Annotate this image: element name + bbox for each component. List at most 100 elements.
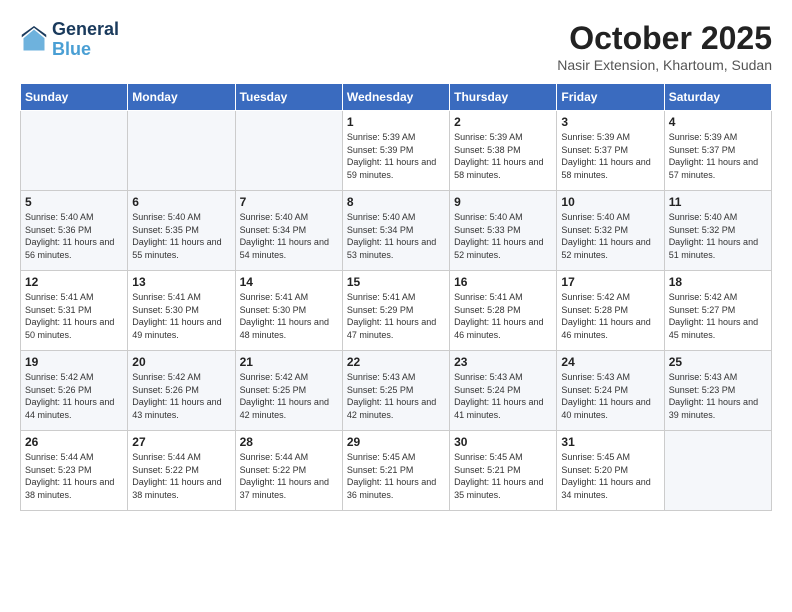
day-number: 21 <box>240 355 338 369</box>
calendar-day-cell: 26 Sunrise: 5:44 AM Sunset: 5:23 PM Dayli… <box>21 431 128 511</box>
calendar-day-cell: 5Sunrise: 5:40 AM Sunset: 5:36 PM Daylig… <box>21 191 128 271</box>
day-info: Sunrise: 5:42 AM Sunset: 5:26 PM Dayligh… <box>132 371 230 421</box>
day-number: 26 <box>25 435 123 449</box>
calendar-day-cell: 18 Sunrise: 5:42 AM Sunset: 5:27 PM Dayli… <box>664 271 771 351</box>
day-info: Sunrise: 5:43 AM Sunset: 5:25 PM Dayligh… <box>347 371 445 421</box>
calendar-week-row: 1 Sunrise: 5:39 AM Sunset: 5:39 PM Daylig… <box>21 111 772 191</box>
calendar-body: 1 Sunrise: 5:39 AM Sunset: 5:39 PM Daylig… <box>21 111 772 511</box>
day-info: Sunrise: 5:40 AM Sunset: 5:36 PM Dayligh… <box>25 211 123 261</box>
calendar-day-cell <box>664 431 771 511</box>
day-info: Sunrise: 5:41 AM Sunset: 5:30 PM Dayligh… <box>132 291 230 341</box>
day-number: 13 <box>132 275 230 289</box>
day-number: 11 <box>669 195 767 209</box>
day-info: Sunrise: 5:39 AM Sunset: 5:37 PM Dayligh… <box>561 131 659 181</box>
day-info: Sunrise: 5:42 AM Sunset: 5:27 PM Dayligh… <box>669 291 767 341</box>
calendar-day-cell: 29Sunrise: 5:45 AM Sunset: 5:21 PM Dayli… <box>342 431 449 511</box>
calendar-day-cell: 22 Sunrise: 5:43 AM Sunset: 5:25 PM Dayli… <box>342 351 449 431</box>
day-number: 12 <box>25 275 123 289</box>
day-number: 1 <box>347 115 445 129</box>
logo-line2: Blue <box>52 39 91 59</box>
day-info: Sunrise: 5:39 AM Sunset: 5:39 PM Dayligh… <box>347 131 445 181</box>
day-number: 23 <box>454 355 552 369</box>
calendar-day-cell: 31Sunrise: 5:45 AM Sunset: 5:20 PM Dayli… <box>557 431 664 511</box>
day-info: Sunrise: 5:40 AM Sunset: 5:32 PM Dayligh… <box>561 211 659 261</box>
day-info: Sunrise: 5:43 AM Sunset: 5:24 PM Dayligh… <box>561 371 659 421</box>
day-number: 25 <box>669 355 767 369</box>
day-info: Sunrise: 5:40 AM Sunset: 5:35 PM Dayligh… <box>132 211 230 261</box>
calendar-day-cell: 30Sunrise: 5:45 AM Sunset: 5:21 PM Dayli… <box>450 431 557 511</box>
day-number: 9 <box>454 195 552 209</box>
calendar-day-cell: 27Sunrise: 5:44 AM Sunset: 5:22 PM Dayli… <box>128 431 235 511</box>
calendar-day-cell: 15 Sunrise: 5:41 AM Sunset: 5:29 PM Dayli… <box>342 271 449 351</box>
calendar-day-cell: 14Sunrise: 5:41 AM Sunset: 5:30 PM Dayli… <box>235 271 342 351</box>
weekday-header-cell: Thursday <box>450 84 557 111</box>
calendar-day-cell <box>128 111 235 191</box>
day-info: Sunrise: 5:42 AM Sunset: 5:25 PM Dayligh… <box>240 371 338 421</box>
calendar-day-cell: 2 Sunrise: 5:39 AM Sunset: 5:38 PM Daylig… <box>450 111 557 191</box>
day-info: Sunrise: 5:45 AM Sunset: 5:21 PM Dayligh… <box>347 451 445 501</box>
day-info: Sunrise: 5:44 AM Sunset: 5:23 PM Dayligh… <box>25 451 123 501</box>
day-number: 4 <box>669 115 767 129</box>
calendar-day-cell: 7 Sunrise: 5:40 AM Sunset: 5:34 PM Daylig… <box>235 191 342 271</box>
day-number: 31 <box>561 435 659 449</box>
page-header: General Blue October 2025 Nasir Extensio… <box>20 20 772 73</box>
day-info: Sunrise: 5:41 AM Sunset: 5:30 PM Dayligh… <box>240 291 338 341</box>
day-number: 6 <box>132 195 230 209</box>
calendar-week-row: 26 Sunrise: 5:44 AM Sunset: 5:23 PM Dayli… <box>21 431 772 511</box>
day-info: Sunrise: 5:44 AM Sunset: 5:22 PM Dayligh… <box>132 451 230 501</box>
day-info: Sunrise: 5:40 AM Sunset: 5:34 PM Dayligh… <box>240 211 338 261</box>
day-info: Sunrise: 5:41 AM Sunset: 5:28 PM Dayligh… <box>454 291 552 341</box>
calendar-day-cell: 8Sunrise: 5:40 AM Sunset: 5:34 PM Daylig… <box>342 191 449 271</box>
calendar-day-cell: 3Sunrise: 5:39 AM Sunset: 5:37 PM Daylig… <box>557 111 664 191</box>
logo: General Blue <box>20 20 119 60</box>
day-info: Sunrise: 5:41 AM Sunset: 5:31 PM Dayligh… <box>25 291 123 341</box>
day-number: 7 <box>240 195 338 209</box>
day-info: Sunrise: 5:40 AM Sunset: 5:33 PM Dayligh… <box>454 211 552 261</box>
calendar-day-cell: 17 Sunrise: 5:42 AM Sunset: 5:28 PM Dayli… <box>557 271 664 351</box>
weekday-header-cell: Saturday <box>664 84 771 111</box>
month-title: October 2025 <box>557 20 772 57</box>
day-number: 28 <box>240 435 338 449</box>
calendar-day-cell: 16Sunrise: 5:41 AM Sunset: 5:28 PM Dayli… <box>450 271 557 351</box>
day-number: 20 <box>132 355 230 369</box>
day-number: 8 <box>347 195 445 209</box>
day-info: Sunrise: 5:39 AM Sunset: 5:37 PM Dayligh… <box>669 131 767 181</box>
day-number: 15 <box>347 275 445 289</box>
day-info: Sunrise: 5:44 AM Sunset: 5:22 PM Dayligh… <box>240 451 338 501</box>
calendar-day-cell: 28 Sunrise: 5:44 AM Sunset: 5:22 PM Dayli… <box>235 431 342 511</box>
weekday-header-cell: Tuesday <box>235 84 342 111</box>
day-info: Sunrise: 5:41 AM Sunset: 5:29 PM Dayligh… <box>347 291 445 341</box>
day-info: Sunrise: 5:43 AM Sunset: 5:24 PM Dayligh… <box>454 371 552 421</box>
calendar-day-cell: 12 Sunrise: 5:41 AM Sunset: 5:31 PM Dayli… <box>21 271 128 351</box>
day-info: Sunrise: 5:40 AM Sunset: 5:32 PM Dayligh… <box>669 211 767 261</box>
day-number: 10 <box>561 195 659 209</box>
calendar-day-cell: 13 Sunrise: 5:41 AM Sunset: 5:30 PM Dayli… <box>128 271 235 351</box>
calendar-day-cell: 20 Sunrise: 5:42 AM Sunset: 5:26 PM Dayli… <box>128 351 235 431</box>
day-info: Sunrise: 5:42 AM Sunset: 5:28 PM Dayligh… <box>561 291 659 341</box>
day-info: Sunrise: 5:43 AM Sunset: 5:23 PM Dayligh… <box>669 371 767 421</box>
weekday-header-row: SundayMondayTuesdayWednesdayThursdayFrid… <box>21 84 772 111</box>
day-number: 22 <box>347 355 445 369</box>
calendar-day-cell: 23 Sunrise: 5:43 AM Sunset: 5:24 PM Dayli… <box>450 351 557 431</box>
calendar-day-cell <box>235 111 342 191</box>
day-info: Sunrise: 5:42 AM Sunset: 5:26 PM Dayligh… <box>25 371 123 421</box>
logo-line1: General <box>52 20 119 40</box>
location: Nasir Extension, Khartoum, Sudan <box>557 57 772 73</box>
day-info: Sunrise: 5:45 AM Sunset: 5:21 PM Dayligh… <box>454 451 552 501</box>
calendar-week-row: 19 Sunrise: 5:42 AM Sunset: 5:26 PM Dayli… <box>21 351 772 431</box>
weekday-header-cell: Friday <box>557 84 664 111</box>
weekday-header-cell: Sunday <box>21 84 128 111</box>
day-number: 19 <box>25 355 123 369</box>
day-number: 18 <box>669 275 767 289</box>
day-number: 24 <box>561 355 659 369</box>
day-number: 17 <box>561 275 659 289</box>
day-info: Sunrise: 5:39 AM Sunset: 5:38 PM Dayligh… <box>454 131 552 181</box>
calendar-week-row: 5Sunrise: 5:40 AM Sunset: 5:36 PM Daylig… <box>21 191 772 271</box>
calendar-day-cell: 9 Sunrise: 5:40 AM Sunset: 5:33 PM Daylig… <box>450 191 557 271</box>
weekday-header-cell: Wednesday <box>342 84 449 111</box>
logo-text: General Blue <box>52 20 119 60</box>
day-number: 2 <box>454 115 552 129</box>
calendar-day-cell: 19 Sunrise: 5:42 AM Sunset: 5:26 PM Dayli… <box>21 351 128 431</box>
calendar-day-cell: 24 Sunrise: 5:43 AM Sunset: 5:24 PM Dayli… <box>557 351 664 431</box>
calendar-day-cell: 10 Sunrise: 5:40 AM Sunset: 5:32 PM Dayli… <box>557 191 664 271</box>
